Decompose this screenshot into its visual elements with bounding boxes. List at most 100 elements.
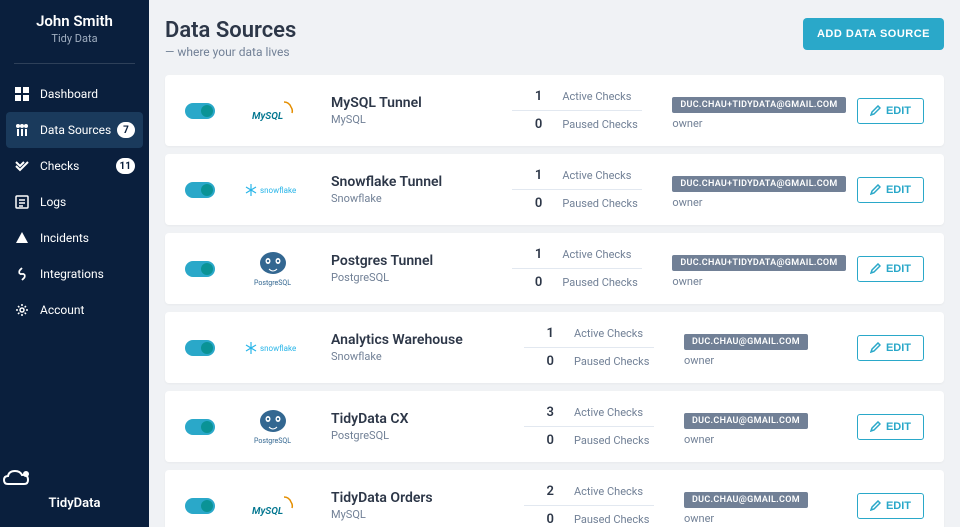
nav-label: Incidents (40, 231, 89, 245)
user-block: John Smith Tidy Data (0, 12, 149, 55)
ds-type: PostgreSQL (331, 271, 501, 284)
paused-label: Paused Checks (574, 355, 649, 368)
active-label: Active Checks (574, 327, 643, 340)
paused-count: 0 (524, 433, 554, 448)
paused-count: 0 (512, 275, 542, 290)
nav-incidents[interactable]: Incidents (0, 220, 149, 256)
nav-label: Integrations (40, 267, 104, 281)
enable-toggle[interactable] (185, 103, 215, 119)
integrations-icon (14, 266, 30, 282)
enable-toggle[interactable] (185, 261, 215, 277)
nav-label: Checks (40, 159, 79, 173)
owner-email: DUC.CHAU+TIDYDATA@GMAIL.COM (672, 176, 845, 192)
divider (14, 63, 135, 64)
owner-role: owner (684, 433, 834, 446)
svg-text:PostgreSQL: PostgreSQL (254, 279, 291, 287)
edit-button[interactable]: EDIT (857, 98, 924, 124)
paused-label: Paused Checks (574, 434, 649, 447)
edit-button[interactable]: EDIT (857, 256, 924, 282)
owner-role: owner (684, 512, 834, 525)
source-list: MySQL MySQL Tunnel MySQL 1 Active Checks… (165, 75, 944, 527)
nav-logs[interactable]: Logs (0, 184, 149, 220)
owner-email: DUC.CHAU@GMAIL.COM (684, 413, 808, 429)
nav-checks[interactable]: Checks 11 (0, 148, 149, 184)
brand: TidyData (0, 450, 149, 527)
active-label: Active Checks (562, 169, 631, 182)
data-sources-icon (14, 122, 30, 138)
owner-col: DUC.CHAU@GMAIL.COM owner (684, 329, 834, 367)
ds-type: MySQL (331, 113, 501, 126)
active-label: Active Checks (574, 406, 643, 419)
checks-icon (14, 158, 30, 174)
enable-toggle[interactable] (185, 340, 215, 356)
data-source-card: snowflake Analytics Warehouse Snowflake … (165, 312, 944, 383)
db-logo: PostgreSQL (233, 407, 313, 447)
name-col: MySQL Tunnel MySQL (331, 95, 501, 126)
add-data-source-button[interactable]: ADD DATA SOURCE (803, 18, 944, 50)
edit-button[interactable]: EDIT (857, 177, 924, 203)
ds-name: MySQL Tunnel (331, 95, 501, 111)
ds-type: PostgreSQL (331, 429, 501, 442)
owner-email: DUC.CHAU@GMAIL.COM (684, 334, 808, 350)
pencil-icon (870, 263, 881, 274)
paused-label: Paused Checks (562, 118, 637, 131)
enable-toggle[interactable] (185, 182, 215, 198)
db-logo: MySQL (233, 97, 313, 125)
gear-icon (14, 302, 30, 318)
db-logo: PostgreSQL (233, 249, 313, 289)
nav-label: Logs (40, 195, 66, 209)
edit-button[interactable]: EDIT (857, 335, 924, 361)
svg-text:PostgreSQL: PostgreSQL (254, 437, 291, 445)
owner-col: DUC.CHAU+TIDYDATA@GMAIL.COM owner (672, 250, 845, 288)
brand-name: TidyData (0, 496, 149, 511)
nav: Dashboard Data Sources 7 Checks 11 Logs … (0, 76, 149, 328)
pencil-icon (870, 500, 881, 511)
owner-col: DUC.CHAU+TIDYDATA@GMAIL.COM owner (672, 171, 845, 209)
nav-badge: 11 (116, 158, 135, 174)
edit-button[interactable]: EDIT (857, 493, 924, 519)
page-subtitle: — where your data lives (165, 45, 296, 59)
data-source-card: MySQL MySQL Tunnel MySQL 1 Active Checks… (165, 75, 944, 146)
user-name: John Smith (12, 12, 137, 30)
name-col: Snowflake Tunnel Snowflake (331, 174, 501, 205)
edit-label: EDIT (886, 421, 911, 433)
active-label: Active Checks (574, 485, 643, 498)
paused-count: 0 (524, 512, 554, 527)
active-count: 1 (524, 326, 554, 341)
active-count: 1 (512, 168, 542, 183)
data-source-card: MySQL TidyData Orders MySQL 2 Active Che… (165, 470, 944, 527)
ds-name: TidyData Orders (331, 490, 501, 506)
owner-role: owner (672, 275, 845, 288)
nav-account[interactable]: Account (0, 292, 149, 328)
enable-toggle[interactable] (185, 498, 215, 514)
active-count: 3 (524, 405, 554, 420)
brand-logo-icon (0, 466, 36, 492)
nav-integrations[interactable]: Integrations (0, 256, 149, 292)
ds-name: Postgres Tunnel (331, 253, 501, 269)
active-label: Active Checks (562, 90, 631, 103)
nav-dashboard[interactable]: Dashboard (0, 76, 149, 112)
pencil-icon (870, 342, 881, 353)
active-count: 1 (512, 89, 542, 104)
paused-count: 0 (524, 354, 554, 369)
name-col: TidyData CX PostgreSQL (331, 411, 501, 442)
svg-text:MySQL: MySQL (252, 111, 283, 122)
ds-name: Analytics Warehouse (331, 332, 501, 348)
data-source-card: PostgreSQL TidyData CX PostgreSQL 3 Acti… (165, 391, 944, 462)
paused-count: 0 (512, 196, 542, 211)
edit-label: EDIT (886, 263, 911, 275)
user-org: Tidy Data (12, 32, 137, 45)
owner-role: owner (684, 354, 834, 367)
data-source-card: PostgreSQL Postgres Tunnel PostgreSQL 1 … (165, 233, 944, 304)
paused-label: Paused Checks (574, 513, 649, 526)
enable-toggle[interactable] (185, 419, 215, 435)
nav-data-sources[interactable]: Data Sources 7 (6, 112, 143, 148)
db-logo: MySQL (233, 492, 313, 520)
owner-col: DUC.CHAU@GMAIL.COM owner (684, 408, 834, 446)
ds-type: Snowflake (331, 350, 501, 363)
stats-col: 1 Active Checks 0 Paused Checks (512, 247, 642, 290)
logs-icon (14, 194, 30, 210)
edit-label: EDIT (886, 342, 911, 354)
owner-col: DUC.CHAU+TIDYDATA@GMAIL.COM owner (672, 92, 845, 130)
edit-button[interactable]: EDIT (857, 414, 924, 440)
